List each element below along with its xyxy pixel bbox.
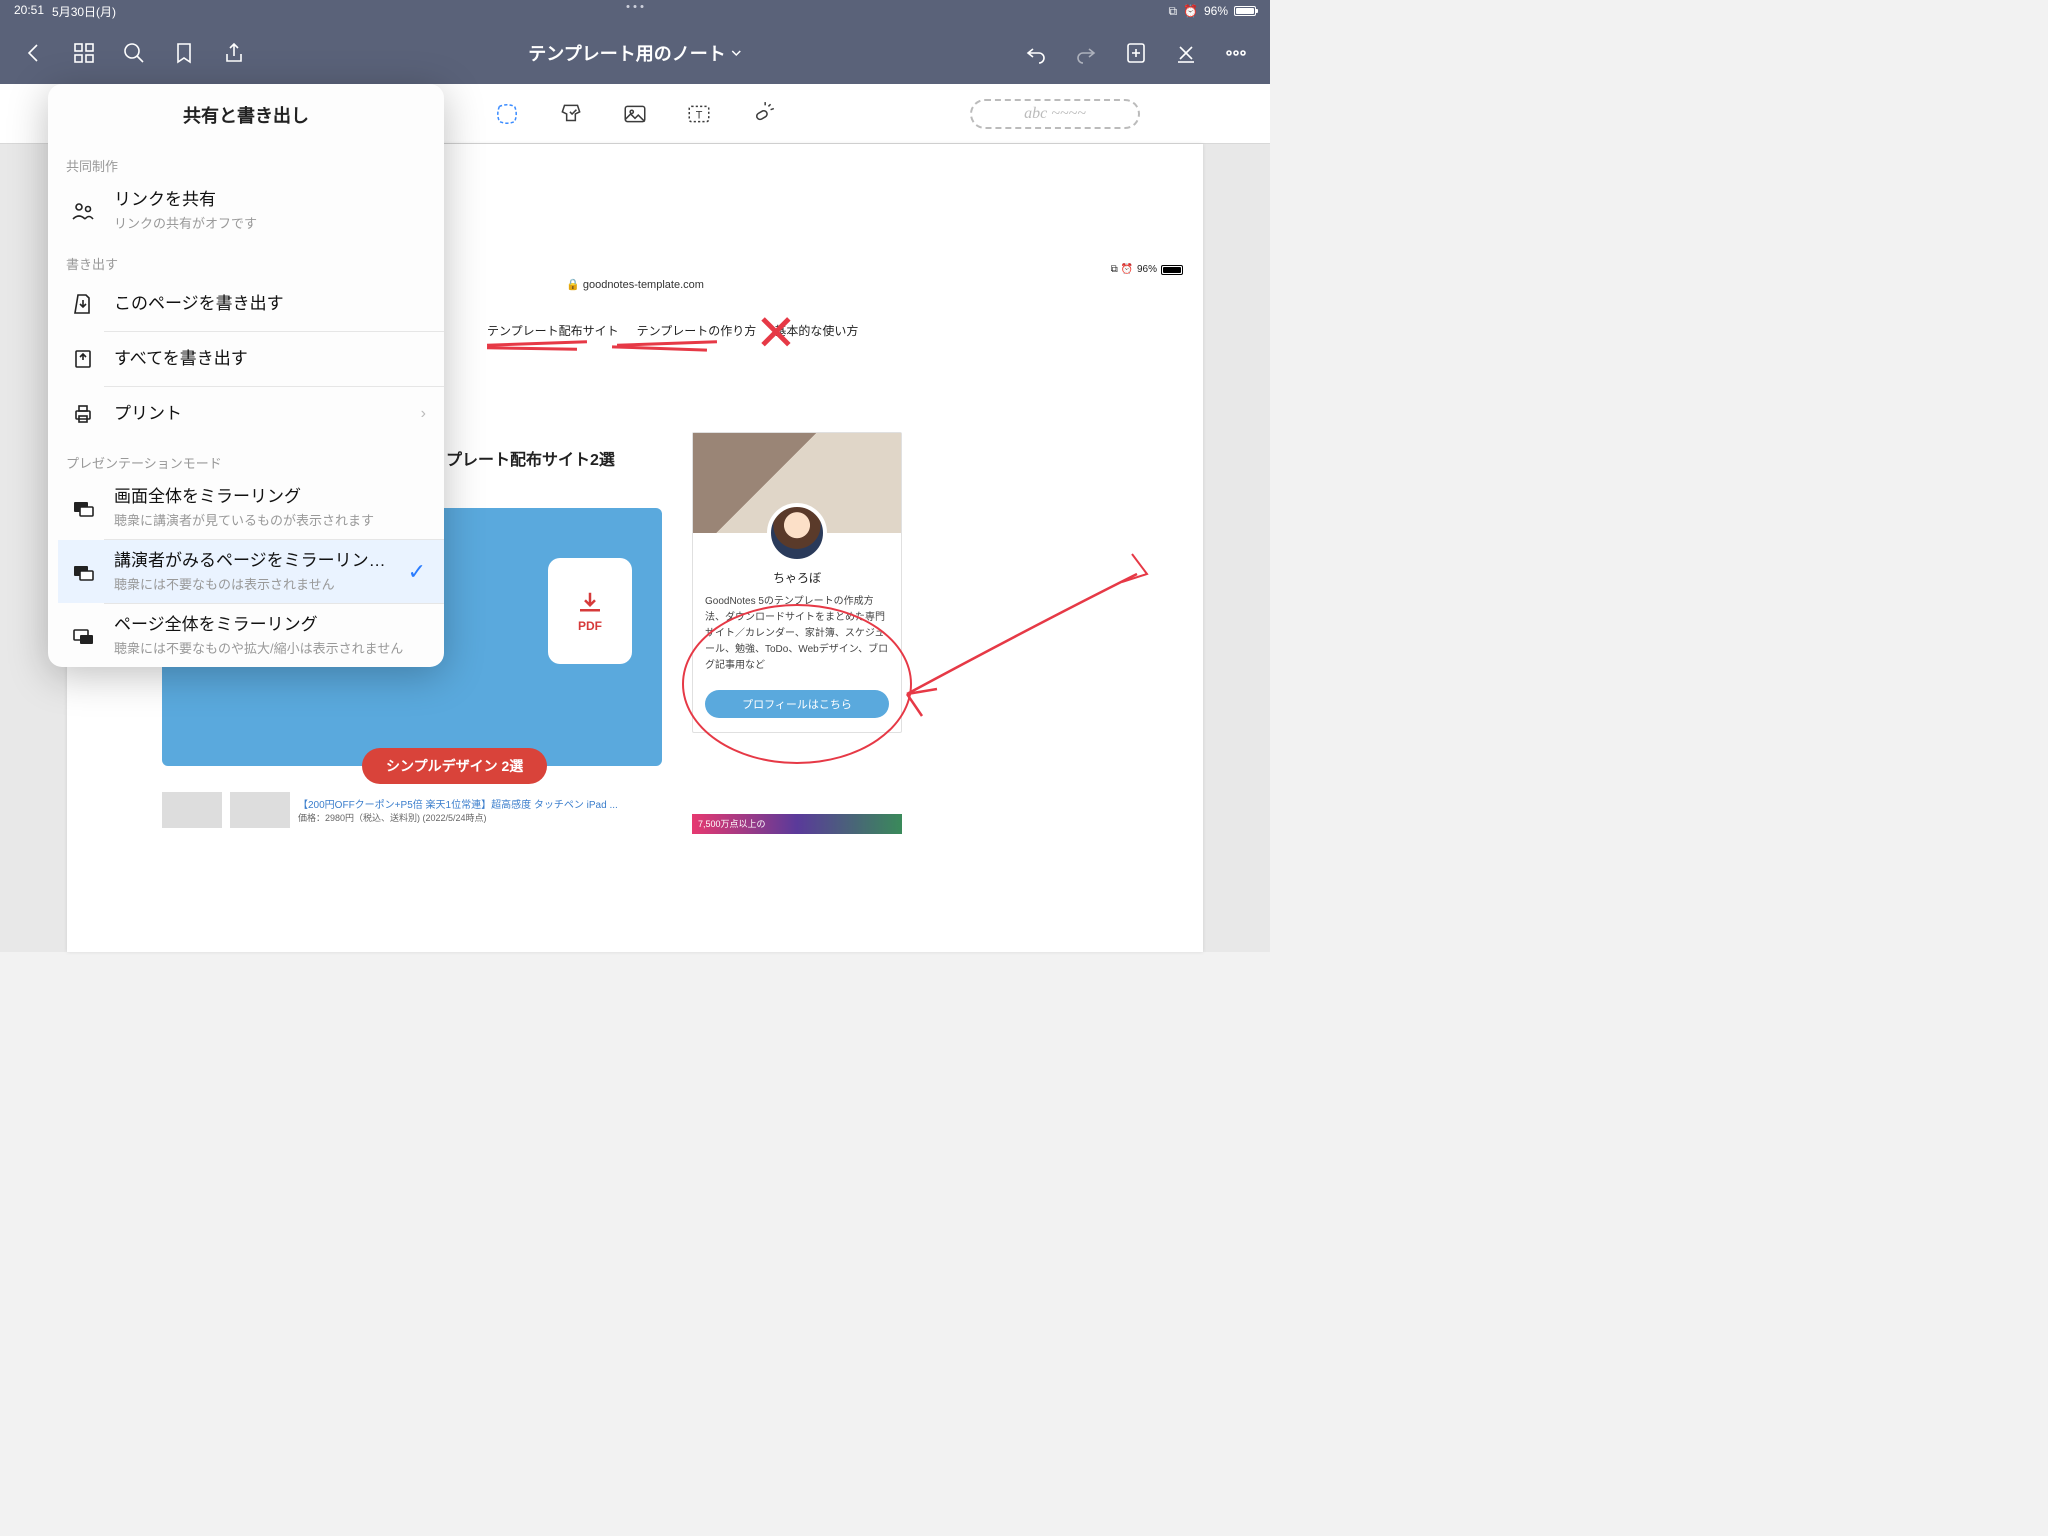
status-date: 5月30日(月)	[52, 3, 116, 20]
battery-icon	[1234, 6, 1256, 16]
mirror-page-icon	[66, 619, 100, 653]
mirror-all-item[interactable]: 画面全体をミラーリング 聴衆に講演者が見ているものが表示されます	[58, 476, 444, 539]
red-x-annotation: ✕	[755, 304, 797, 362]
page-heading: プレート配布サイト2選	[446, 446, 615, 470]
pdf-icon: PDF	[548, 558, 632, 664]
popover-title: 共有と書き出し	[48, 84, 444, 144]
mirror-presenter-item[interactable]: 講演者がみるページをミラーリングする 聴衆には不要なものは表示されません ✓	[58, 540, 444, 603]
add-page-button[interactable]	[1114, 31, 1158, 75]
share-link-item[interactable]: リンクを共有 リンクの共有がオフです	[58, 179, 444, 242]
image-tool[interactable]	[619, 98, 651, 130]
status-time: 20:51	[14, 3, 44, 20]
lasso-tool[interactable]	[491, 98, 523, 130]
profile-button: プロフィールはこちら	[705, 690, 889, 718]
search-button[interactable]	[112, 31, 156, 75]
svg-text:T: T	[696, 109, 703, 121]
link-icon: ⧉	[1168, 4, 1177, 19]
mirror-presenter-icon	[66, 555, 100, 589]
stamp-tool[interactable]	[555, 98, 587, 130]
print-icon	[66, 397, 100, 431]
profile-hero-image	[693, 433, 901, 533]
alarm-icon: ⏰	[1183, 4, 1198, 18]
close-edit-button[interactable]	[1164, 31, 1208, 75]
page-site-nav: テンプレート配布サイト テンプレートの作り方 基本的な使い方	[487, 322, 858, 339]
profile-card: ちゃろぼ GoodNotes 5のテンプレートの作成方法、ダウンロードサイトをま…	[692, 432, 902, 733]
chevron-right-icon: ›	[421, 405, 426, 423]
profile-name: ちゃろぼ	[693, 569, 901, 586]
check-icon: ✓	[408, 559, 426, 585]
status-bar: 20:51 5月30日(月) ⧉ ⏰ 96%	[0, 0, 1270, 22]
share-link-title: リンクを共有	[114, 189, 426, 211]
back-button[interactable]	[12, 31, 56, 75]
page-mini-status: ⧉ ⏰96%	[1111, 264, 1183, 275]
share-export-popover: 共有と書き出し 共同制作 リンクを共有 リンクの共有がオフです 書き出す このペ…	[48, 84, 444, 667]
undo-button[interactable]	[1014, 31, 1058, 75]
thumbnails-button[interactable]	[62, 31, 106, 75]
document-title[interactable]: テンプレート用のノート	[528, 40, 741, 66]
section-collaboration-label: 共同制作	[48, 144, 444, 179]
export-all-item[interactable]: すべてを書き出す	[58, 332, 444, 386]
share-button[interactable]	[212, 31, 256, 75]
ad-strip: 【200円OFFクーポン+P5倍 楽天1位常連】超高感度 タッチペン iPad …	[162, 792, 662, 828]
page-export-icon	[66, 287, 100, 321]
bookmark-button[interactable]	[162, 31, 206, 75]
card-pill: シンプルデザイン 2選	[362, 748, 547, 784]
section-presentation-label: プレゼンテーションモード	[48, 441, 444, 476]
redo-button[interactable]	[1064, 31, 1108, 75]
multitask-dots-icon[interactable]	[627, 5, 644, 8]
profile-description: GoodNotes 5のテンプレートの作成方法、ダウンロードサイトをまとめた専門…	[693, 586, 901, 682]
nav-bar: テンプレート用のノート	[0, 22, 1270, 84]
status-battery-percent: 96%	[1204, 4, 1228, 18]
laser-tool[interactable]	[747, 98, 779, 130]
text-tool[interactable]: T	[683, 98, 715, 130]
chevron-down-icon	[732, 48, 742, 58]
mirror-all-icon	[66, 491, 100, 525]
bottom-banner: 7,500万点以上の	[692, 814, 902, 834]
export-all-icon	[66, 342, 100, 376]
export-page-item[interactable]: このページを書き出す	[58, 277, 444, 331]
print-item[interactable]: プリント ›	[58, 387, 444, 441]
section-export-label: 書き出す	[48, 242, 444, 277]
profile-avatar	[767, 503, 827, 563]
handwriting-preview[interactable]: abc ~~~~	[970, 99, 1140, 129]
mirror-page-item[interactable]: ページ全体をミラーリング 聴衆には不要なものや拡大/縮小は表示されません	[58, 604, 444, 667]
page-url: 🔒 goodnotes-template.com	[566, 278, 704, 291]
share-link-subtitle: リンクの共有がオフです	[114, 213, 426, 232]
people-icon	[66, 194, 100, 228]
more-button[interactable]	[1214, 31, 1258, 75]
